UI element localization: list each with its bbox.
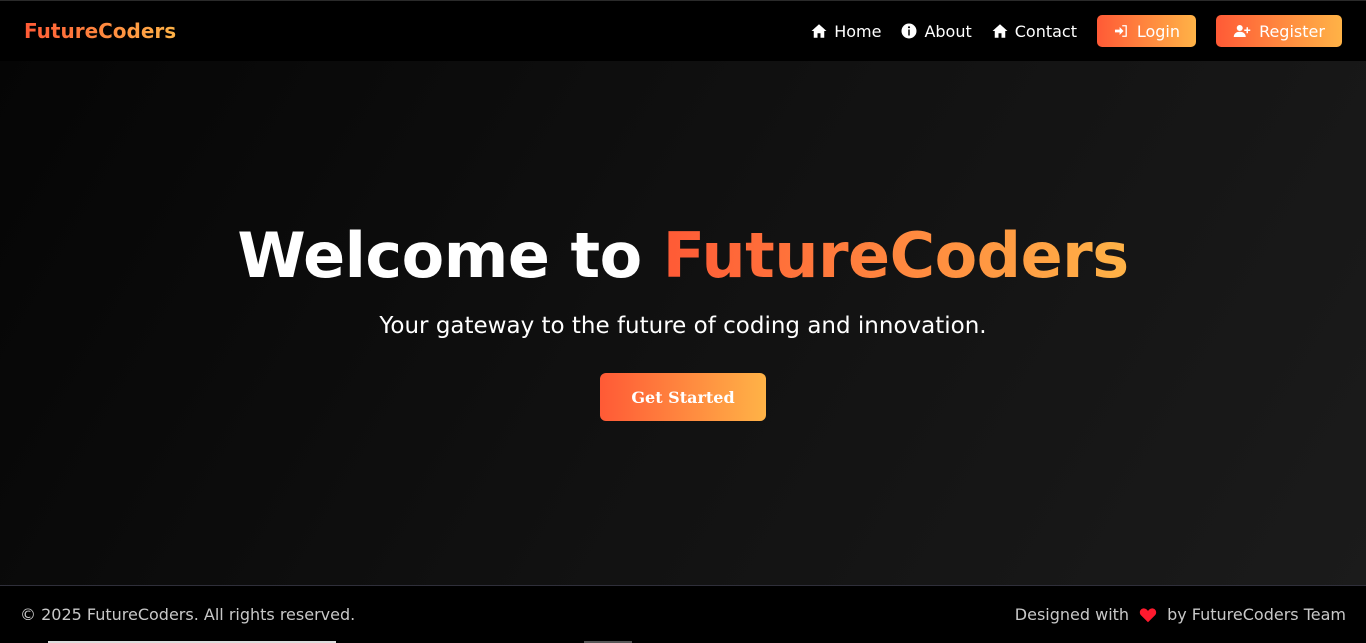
user-plus-icon (1233, 25, 1251, 37)
hero-title-prefix: Welcome to (237, 219, 663, 292)
register-button-label: Register (1259, 21, 1325, 41)
nav-link-contact-label: Contact (1014, 21, 1077, 41)
footer-designed-suffix: by FutureCoders Team (1167, 605, 1346, 624)
heart-icon (1139, 607, 1157, 622)
footer-credits: Designed with by FutureCoders Team (1015, 605, 1346, 624)
nav-links: Home About Contact Login Register (810, 15, 1342, 47)
nav-link-about[interactable]: About (900, 21, 972, 41)
login-button-label: Login (1136, 21, 1180, 41)
top-navbar: FutureCoders Home About Contact Login Re… (0, 0, 1366, 61)
home-icon (811, 24, 827, 38)
hero-title: Welcome to FutureCoders (237, 223, 1129, 289)
info-icon (901, 23, 917, 39)
nav-link-contact[interactable]: Contact (991, 22, 1077, 41)
hero-section: Welcome to FutureCoders Your gateway to … (0, 61, 1366, 585)
nav-link-home[interactable]: Home (810, 22, 881, 41)
nav-link-home-label: Home (834, 21, 882, 41)
login-button[interactable]: Login (1097, 15, 1196, 47)
home-icon (992, 24, 1008, 38)
hero-subtitle: Your gateway to the future of coding and… (379, 313, 987, 339)
sign-in-icon (1114, 25, 1127, 37)
hero-title-accent: FutureCoders (662, 219, 1129, 292)
brand-logo[interactable]: FutureCoders (24, 19, 176, 43)
nav-link-about-label: About (924, 21, 972, 41)
footer-designed-prefix: Designed with (1014, 605, 1130, 624)
get-started-button[interactable]: Get Started (600, 373, 766, 421)
footer: © 2025 FutureCoders. All rights reserved… (0, 585, 1366, 643)
footer-copyright: © 2025 FutureCoders. All rights reserved… (20, 605, 356, 624)
register-button[interactable]: Register (1216, 15, 1342, 47)
